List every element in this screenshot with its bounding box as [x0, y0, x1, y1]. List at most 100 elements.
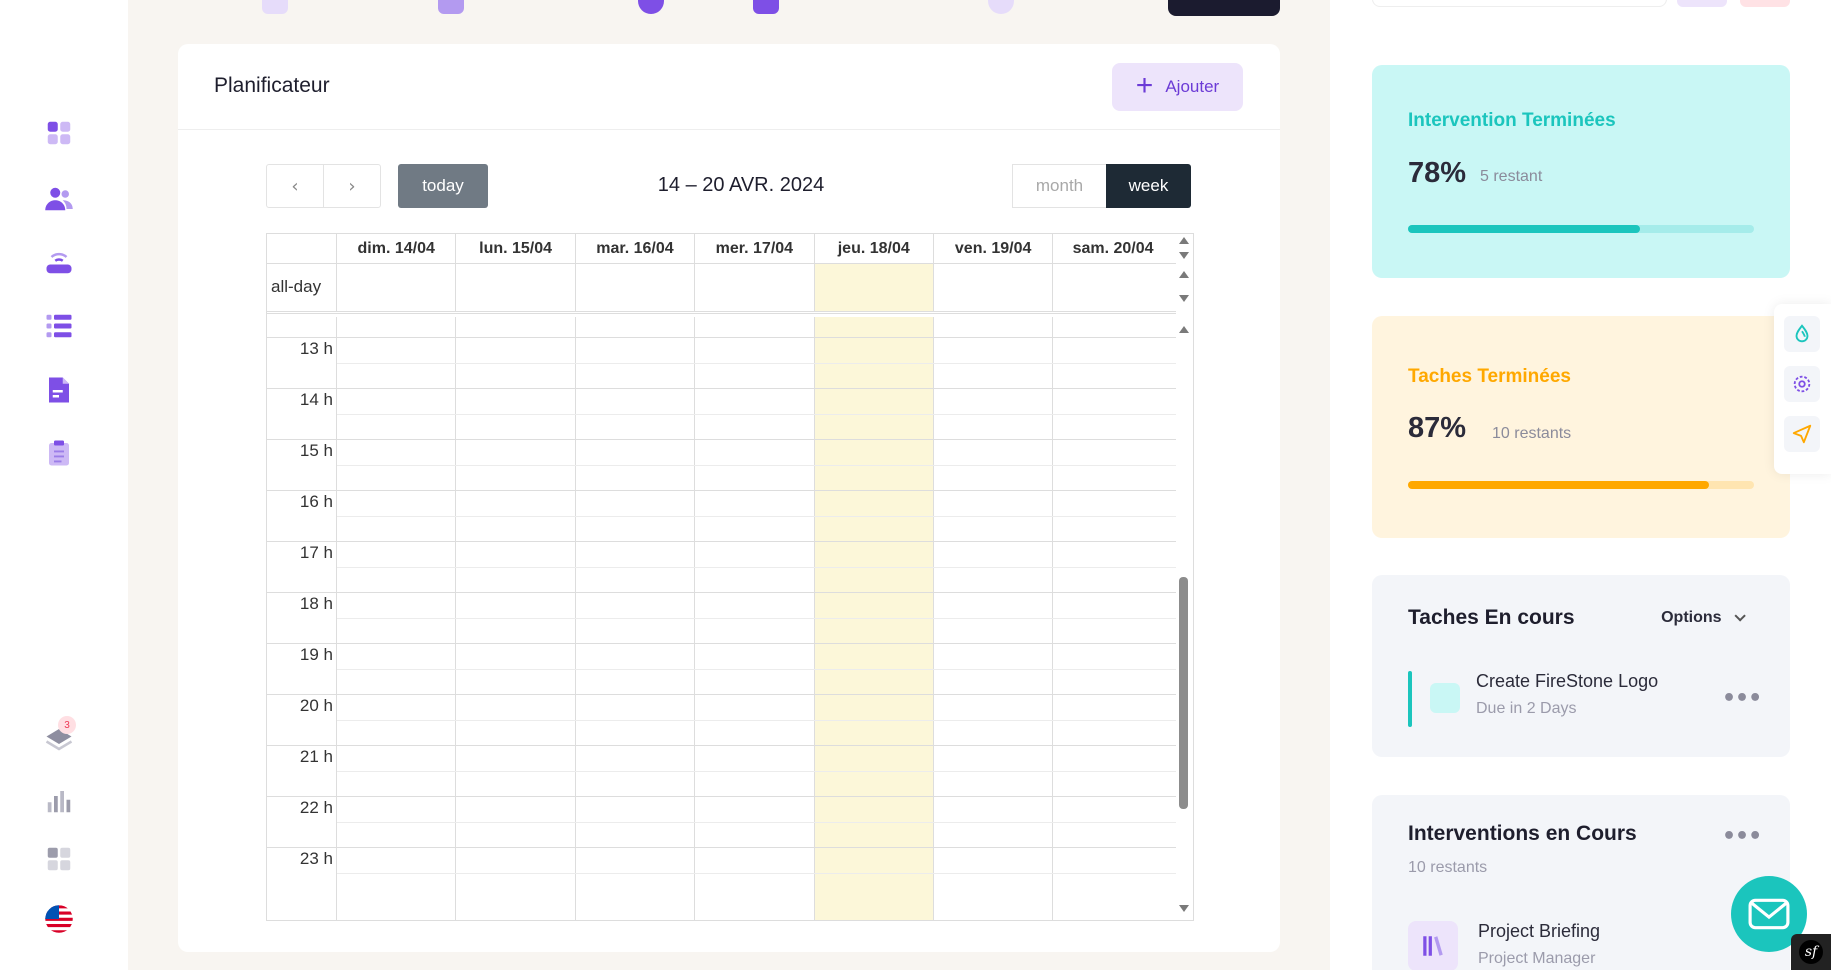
top-button-cropped[interactable] [1677, 0, 1727, 7]
day-column[interactable] [337, 317, 457, 920]
top-button-cropped[interactable] [1740, 0, 1790, 7]
month-view-button[interactable]: month [1012, 164, 1107, 208]
today-button[interactable]: today [398, 164, 488, 208]
time-grid: 12 h13 h14 h15 h16 h17 h18 h19 h20 h21 h… [267, 317, 1177, 920]
all-day-cell[interactable] [695, 264, 815, 311]
top-icon[interactable] [988, 0, 1014, 14]
debug-toolbar-toggle[interactable]: sf [1791, 934, 1831, 970]
hour-line [267, 796, 1177, 797]
tasks-in-progress-title: Taches En cours [1408, 606, 1575, 629]
task-title[interactable]: Create FireStone Logo [1476, 671, 1658, 692]
send-icon[interactable] [1784, 416, 1820, 452]
hour-label: 16 h [299, 492, 333, 511]
tasks-progress-fill [1408, 481, 1710, 489]
drop-icon[interactable] [1784, 316, 1820, 352]
hour-label: 15 h [299, 441, 333, 460]
scroll-down-arrow[interactable] [1179, 905, 1189, 912]
interventions-done-remaining: 5 restant [1480, 168, 1543, 185]
half-hour-line [337, 566, 1177, 568]
all-day-cell[interactable] [1053, 264, 1172, 311]
options-dropdown[interactable]: Options [1661, 609, 1746, 627]
bar-chart-icon[interactable] [40, 782, 78, 820]
router-icon[interactable] [40, 243, 78, 281]
notification-badge: 3 [58, 716, 76, 734]
all-day-cell[interactable] [934, 264, 1054, 311]
all-day-scrollbar[interactable] [1176, 264, 1193, 314]
interventions-progress-fill [1408, 225, 1640, 233]
interventions-in-progress-title: Interventions en Cours [1408, 822, 1637, 845]
right-panel: Intervention Terminées 78% 5 restant Tac… [1330, 0, 1831, 970]
all-day-cell-today[interactable] [814, 264, 934, 311]
scroll-down-arrow[interactable] [1179, 295, 1189, 302]
day-column[interactable] [576, 317, 696, 920]
day-column[interactable] [695, 317, 815, 920]
top-icon[interactable] [638, 0, 664, 14]
day-column-today[interactable] [814, 317, 934, 920]
day-header: lun. 15/04 [456, 234, 576, 263]
scrollbar-thumb[interactable] [1179, 577, 1188, 809]
all-day-cell[interactable] [456, 264, 576, 311]
day-header: ven. 19/04 [934, 234, 1054, 263]
hour-label: 17 h [299, 543, 333, 562]
chevron-down-icon [1734, 610, 1746, 622]
time-grid-scrollbar[interactable] [1176, 317, 1193, 920]
top-icon[interactable] [753, 0, 779, 14]
clipboard-icon[interactable] [40, 434, 78, 472]
day-column[interactable] [934, 317, 1054, 920]
hour-line [267, 847, 1177, 848]
scroll-up-arrow[interactable] [1179, 237, 1189, 244]
layers-icon[interactable]: 3 [40, 716, 78, 758]
interventions-done-card: Intervention Terminées 78% 5 restant [1372, 65, 1790, 278]
top-dark-button[interactable] [1168, 0, 1280, 16]
list-icon[interactable] [40, 307, 78, 345]
header-scrollbar[interactable] [1176, 234, 1193, 264]
week-calendar: dim. 14/04 lun. 15/04 mar. 16/04 mer. 17… [266, 233, 1194, 921]
chevron-right-icon: › [348, 175, 356, 197]
intervention-title[interactable]: Project Briefing [1478, 921, 1600, 942]
header-gutter [267, 234, 337, 263]
day-column[interactable] [456, 317, 576, 920]
prev-button[interactable]: ‹ [266, 164, 324, 208]
task-accent-bar [1408, 671, 1412, 727]
more-dots-icon[interactable]: ••• [1722, 824, 1762, 849]
hour-label: 19 h [299, 645, 333, 664]
gear-icon[interactable] [1784, 366, 1820, 402]
half-hour-line [337, 515, 1177, 517]
top-search-cropped[interactable] [1372, 0, 1667, 7]
half-hour-line [337, 413, 1177, 415]
top-icon[interactable] [438, 0, 464, 14]
symfony-logo-icon: sf [1799, 940, 1823, 964]
all-day-cell[interactable] [337, 264, 457, 311]
document-icon[interactable] [40, 371, 78, 409]
planner-header: Planificateur + Ajouter [178, 44, 1280, 130]
task-checkbox[interactable] [1430, 683, 1460, 713]
hour-line [267, 388, 1177, 389]
half-hour-line [337, 719, 1177, 721]
scroll-down-arrow[interactable] [1179, 252, 1189, 259]
calendar-toolbar: ‹ › today 14 – 20 AVR. 2024 month week [266, 164, 1194, 208]
hour-line [267, 337, 1177, 338]
half-hour-line [337, 617, 1177, 619]
date-range-title: 14 – 20 AVR. 2024 [657, 174, 825, 196]
scroll-up-arrow[interactable] [1179, 271, 1189, 278]
all-day-cell[interactable] [576, 264, 696, 311]
tasks-progress-track [1408, 481, 1754, 489]
users-icon[interactable] [40, 180, 78, 218]
interventions-in-progress-card: Interventions en Cours 10 restants ••• P… [1372, 795, 1790, 970]
next-button[interactable]: › [323, 164, 381, 208]
day-header: mar. 16/04 [576, 234, 696, 263]
main-content: Planificateur + Ajouter ‹ › today 14 – 2… [128, 0, 1330, 970]
week-view-button[interactable]: week [1106, 164, 1191, 208]
top-icon[interactable] [262, 0, 288, 14]
dashboard-icon[interactable] [40, 114, 78, 152]
apps-icon[interactable] [40, 840, 78, 878]
day-column[interactable] [1053, 317, 1172, 920]
scroll-up-arrow[interactable] [1179, 326, 1189, 333]
day-header: sam. 20/04 [1072, 239, 1154, 257]
add-button[interactable]: + Ajouter [1112, 63, 1243, 111]
hour-line [267, 745, 1177, 746]
more-dots-icon[interactable]: ••• [1722, 686, 1762, 711]
hour-line [267, 439, 1177, 440]
us-flag-icon[interactable] [40, 900, 78, 938]
left-sidebar: 3 [0, 0, 128, 970]
